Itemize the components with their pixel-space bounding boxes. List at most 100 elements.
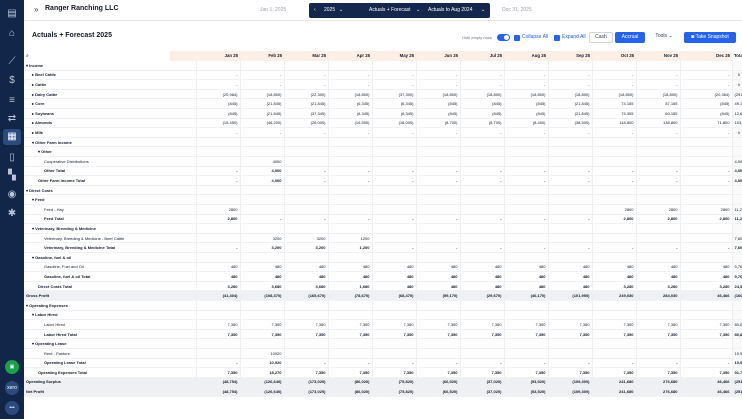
value-cell[interactable] [503,310,548,321]
value-cell[interactable]: - [415,127,460,138]
value-cell[interactable]: - [679,358,732,369]
value-cell[interactable] [239,146,284,158]
app-badge-icon[interactable]: ▣ [5,360,19,374]
value-cell[interactable]: (86,020) [327,377,372,388]
value-cell[interactable] [547,223,592,234]
value-cell[interactable]: (29,670) [459,290,504,301]
value-cell[interactable]: (173,020) [283,386,328,397]
value-cell[interactable] [415,194,460,205]
value-cell[interactable]: 7,350 [283,329,328,340]
column-header[interactable]: Mar 25 [284,51,328,61]
value-cell[interactable] [503,204,548,215]
value-cell[interactable] [283,185,328,196]
column-header[interactable]: Jun 25 [416,51,460,61]
settings-circle-icon[interactable]: ◉ [6,189,18,201]
value-cell[interactable] [327,338,372,349]
value-cell[interactable]: 138,800 [635,118,680,129]
value-cell[interactable]: - [503,214,548,225]
column-header[interactable]: May 25 [372,51,416,61]
value-cell[interactable] [415,310,460,321]
value-cell[interactable]: 87,155 [635,98,680,110]
value-cell[interactable] [591,300,636,311]
row-total-cell[interactable] [731,137,742,148]
value-cell[interactable] [415,60,460,71]
value-cell[interactable]: (845) [195,98,240,110]
value-cell[interactable]: - [547,127,592,138]
value-cell[interactable] [371,156,416,167]
value-cell[interactable] [195,233,240,244]
column-header[interactable]: Oct 25 [592,51,636,61]
value-cell[interactable]: - [195,79,240,90]
value-cell[interactable]: - [371,175,416,186]
value-cell[interactable] [195,137,240,148]
value-cell[interactable]: (845) [679,98,732,110]
value-cell[interactable]: 480 [415,271,460,282]
value-cell[interactable] [679,310,732,321]
column-header[interactable]: Feb 25 [240,51,284,61]
value-cell[interactable] [283,338,328,349]
value-cell[interactable]: 7,350 [503,319,548,330]
value-cell[interactable] [283,223,328,234]
column-header[interactable]: Sep 25 [548,51,592,61]
value-cell[interactable]: 7,350 [283,319,328,330]
row-label-cell[interactable]: ▾ Feed [24,194,196,205]
value-cell[interactable]: 2800 [679,204,732,215]
value-cell[interactable] [547,204,592,215]
value-cell[interactable] [415,146,460,158]
value-cell[interactable] [591,137,636,148]
value-cell[interactable]: - [371,358,416,369]
row-label-cell[interactable]: ▾ Operating Lease [24,338,196,349]
actuals-dropdown-icon[interactable]: ⌄ [481,7,485,13]
value-cell[interactable]: 480 [239,262,284,273]
value-cell[interactable]: 7,350 [327,319,372,330]
value-cell[interactable]: 480 [195,271,240,282]
value-cell[interactable]: (46,170) [503,290,548,301]
value-cell[interactable] [459,185,504,196]
column-header[interactable]: Dec 25 [680,51,732,61]
value-cell[interactable]: (109,300) [547,386,592,397]
row-label-cell[interactable]: ▸ Milk [24,127,196,138]
value-cell[interactable]: 7,350 [547,329,592,340]
row-label-cell[interactable]: ▾ Gasoline, fuel & oil [24,252,196,263]
value-cell[interactable]: 7,350 [195,319,240,330]
search-icon[interactable]: ⌕ [26,53,29,59]
value-cell[interactable]: - [415,242,460,253]
value-cell[interactable]: - [459,79,504,90]
value-cell[interactable]: 241,680 [591,377,636,388]
value-cell[interactable]: 71,800 [679,118,732,129]
value-cell[interactable]: 7,350 [415,319,460,330]
value-cell[interactable]: - [635,242,680,253]
value-cell[interactable]: (101,950) [547,290,592,301]
value-cell[interactable] [239,223,284,234]
value-cell[interactable] [415,223,460,234]
value-cell[interactable]: 7,350 [503,367,548,378]
value-cell[interactable]: - [195,358,240,369]
column-header[interactable]: Total [732,51,742,61]
value-cell[interactable]: 3,280 [591,281,636,292]
value-cell[interactable]: - [239,127,284,138]
value-cell[interactable] [459,223,504,234]
value-cell[interactable] [635,338,680,349]
value-cell[interactable]: 480 [459,262,504,273]
row-total-cell[interactable] [731,223,742,234]
value-cell[interactable] [415,233,460,244]
year-select[interactable]: 2025 [324,7,335,13]
value-cell[interactable] [371,60,416,71]
value-cell[interactable]: 7,350 [195,329,240,340]
value-cell[interactable] [459,194,504,205]
value-cell[interactable]: 480 [679,262,732,273]
prev-year-icon[interactable]: ‹ [314,7,316,13]
value-cell[interactable]: 7,350 [239,319,284,330]
value-cell[interactable] [195,60,240,71]
value-cell[interactable]: (845) [415,108,460,119]
value-cell[interactable] [547,300,592,311]
value-cell[interactable] [371,233,416,244]
value-cell[interactable] [415,252,460,263]
value-cell[interactable]: - [635,127,680,138]
value-cell[interactable] [547,348,592,359]
row-label-cell[interactable]: ▾ Operating Expenses [24,300,196,311]
list-icon[interactable]: ≡ [6,95,18,107]
value-cell[interactable] [503,60,548,71]
value-cell[interactable]: - [503,358,548,369]
value-cell[interactable] [591,194,636,205]
